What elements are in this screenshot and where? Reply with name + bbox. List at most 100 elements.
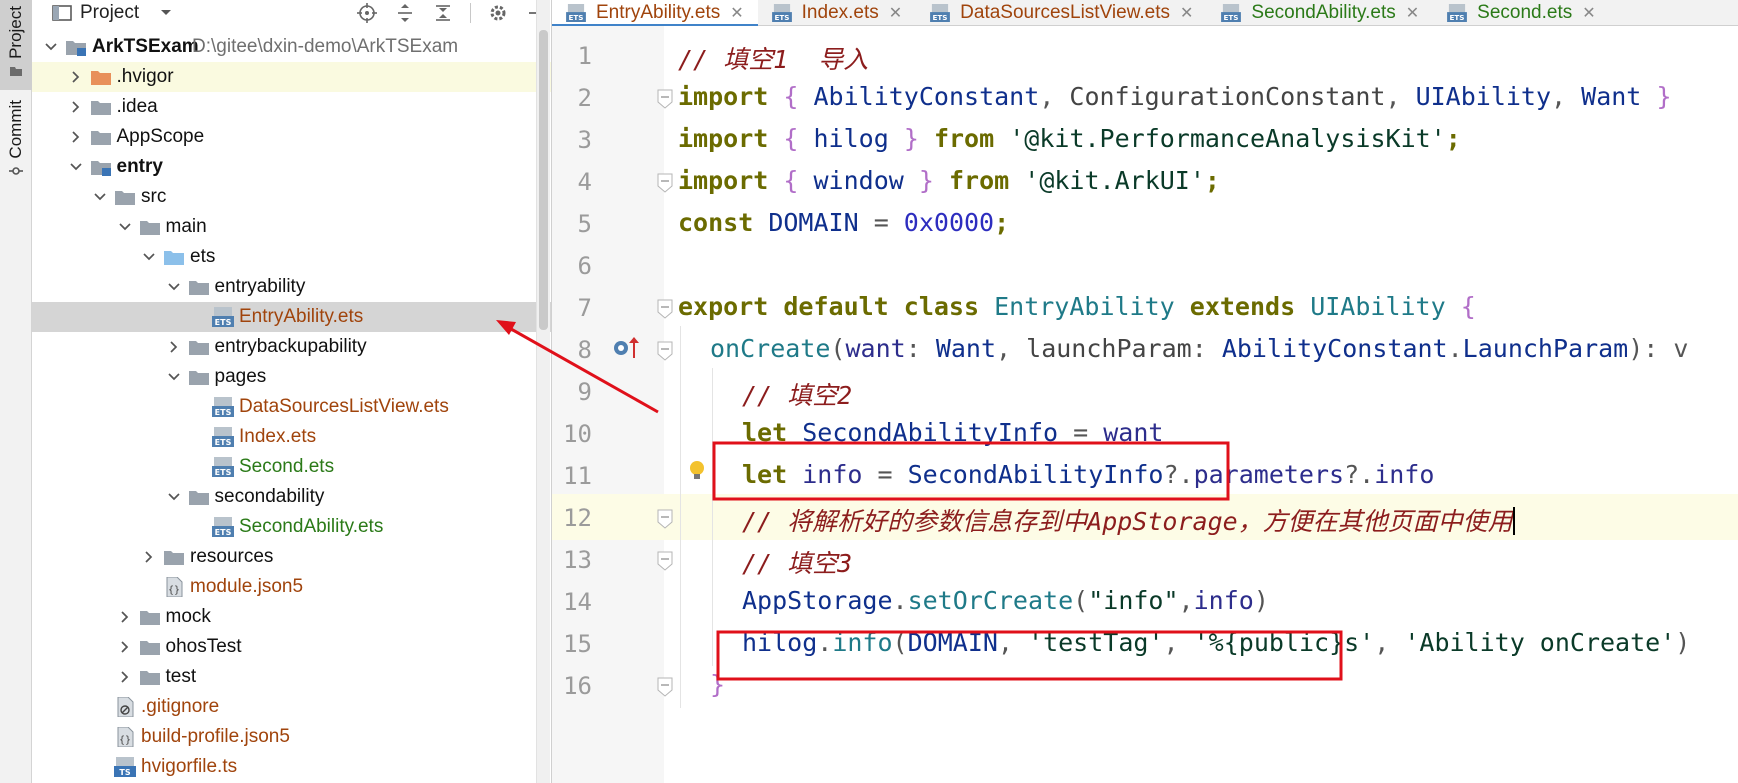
tree-item[interactable]: secondability [32, 482, 551, 512]
code-line[interactable]: 7 export default class EntryAbility exten… [552, 284, 1738, 330]
tree-item[interactable]: .idea [32, 92, 551, 122]
code-line[interactable]: 8 onCreate(want: Want, launchParam: Abili… [552, 326, 1738, 372]
code-token: ; [994, 208, 1010, 237]
collapse-all-icon[interactable] [432, 2, 454, 24]
chevron-right-icon[interactable] [142, 550, 156, 564]
tree-item[interactable]: src [32, 182, 551, 212]
override-gutter-icon[interactable] [612, 334, 642, 360]
tree-item[interactable]: ETS Index.ets [32, 422, 551, 452]
chevron-right-icon[interactable] [167, 340, 181, 354]
close-icon[interactable]: ✕ [1582, 3, 1595, 23]
editor-tab[interactable]: ETS Index.ets ✕ [758, 0, 917, 26]
code-line[interactable]: 10 let SecondAbilityInfo = want [552, 410, 1738, 456]
tree-item[interactable]: ETS DataSourcesListView.ets [32, 392, 551, 422]
code-line[interactable]: 6 [552, 242, 1738, 288]
tree-item[interactable]: {} module.json5 [32, 572, 551, 602]
tree-item[interactable]: ohosTest [32, 632, 551, 662]
chevron-down-icon[interactable] [167, 490, 181, 504]
editor-tab-label: Index.ets [801, 2, 879, 23]
tree-item[interactable]: ETS Second.ets [32, 452, 551, 482]
chevron-right-icon[interactable] [69, 130, 83, 144]
tree-item[interactable]: entrybackupability [32, 332, 551, 362]
fold-marker-icon[interactable] [656, 172, 674, 194]
code-line[interactable]: 11 let info = SecondAbilityInfo?.paramete… [552, 452, 1738, 498]
fold-marker-icon[interactable] [656, 340, 674, 362]
tree-item[interactable]: resources [32, 542, 551, 572]
code-line[interactable]: 16} [552, 662, 1738, 708]
project-panel-title[interactable]: Project [80, 2, 139, 24]
chevron-right-icon[interactable] [118, 670, 132, 684]
chevron-down-icon[interactable] [142, 250, 156, 264]
tree-item[interactable]: test [32, 662, 551, 692]
code-token: // 填空2 [742, 381, 853, 410]
chevron-right-icon[interactable] [69, 100, 83, 114]
code-line[interactable]: 12 // 将解析好的参数信息存到中AppStorage，方便在其他页面中使用 [552, 494, 1738, 540]
code-line[interactable]: 9 // 填空2 [552, 368, 1738, 414]
tree-item[interactable]: .hvigor [32, 62, 551, 92]
chevron-right-icon[interactable] [118, 610, 132, 624]
tree-item[interactable]: AppScope [32, 122, 551, 152]
chevron-down-icon[interactable] [167, 370, 181, 384]
code-line[interactable]: 14 AppStorage.setOrCreate("info",info) [552, 578, 1738, 624]
code-line[interactable]: 2 import { AbilityConstant, Configuration… [552, 74, 1738, 120]
fold-marker-icon[interactable] [656, 298, 674, 320]
expand-all-icon[interactable] [394, 2, 416, 24]
tree-item[interactable]: entryability [32, 272, 551, 302]
tree-item-label: Second.ets [239, 456, 335, 477]
code-line[interactable]: 15 hilog.info(DOMAIN, 'testTag', '%{publi… [552, 620, 1738, 666]
tree-item[interactable]: .gitignore [32, 692, 551, 722]
lightbulb-icon[interactable] [688, 460, 706, 482]
chevron-down-icon[interactable] [118, 220, 132, 234]
locate-icon[interactable] [356, 2, 378, 24]
gear-icon[interactable] [487, 2, 509, 24]
tree-item[interactable]: pages [32, 362, 551, 392]
fold-marker-icon[interactable] [656, 508, 674, 530]
svg-text:ETS: ETS [215, 468, 232, 477]
editor-tab[interactable]: ETS Second.ets ✕ [1433, 0, 1609, 26]
chevron-right-icon[interactable] [118, 640, 132, 654]
chevron-down-icon[interactable] [69, 160, 83, 174]
fold-marker-icon[interactable] [656, 550, 674, 572]
tree-item-label: pages [214, 366, 267, 387]
tree-item[interactable]: {} build-profile.json5 [32, 722, 551, 752]
tree-item[interactable]: entry [32, 152, 551, 182]
close-icon[interactable]: ✕ [889, 3, 902, 23]
tree-item[interactable]: ETS SecondAbility.ets [32, 512, 551, 542]
code-line[interactable]: 1 // 填空1 导入 [552, 32, 1738, 78]
tree-item[interactable]: main [32, 212, 551, 242]
fold-marker-icon[interactable] [656, 88, 674, 110]
tree-item[interactable]: ETS EntryAbility.ets [32, 302, 551, 332]
chevron-down-icon[interactable] [159, 6, 173, 20]
editor-tab[interactable]: ETS EntryAbility.ets ✕ [552, 0, 758, 27]
chevron-down-icon[interactable] [93, 190, 107, 204]
code-token: } [1656, 82, 1672, 111]
close-icon[interactable]: ✕ [1406, 3, 1419, 23]
fold-marker-icon[interactable] [656, 676, 674, 698]
scrollbar-thumb[interactable] [539, 30, 548, 330]
tree-item-label: entrybackupability [214, 336, 367, 357]
folder-icon [139, 641, 160, 655]
code-line[interactable]: 3 import { hilog } from '@kit.Performance… [552, 116, 1738, 162]
chevron-down-icon[interactable] [44, 40, 58, 54]
code-token: window [813, 166, 904, 195]
close-icon[interactable]: ✕ [730, 3, 743, 23]
project-scrollbar[interactable] [536, 0, 550, 783]
chevron-down-icon[interactable] [167, 280, 181, 294]
code-line[interactable]: 4 import { window } from '@kit.ArkUI'; [552, 158, 1738, 204]
editor-tab[interactable]: ETS SecondAbility.ets ✕ [1207, 0, 1433, 26]
tree-item[interactable]: ArkTSExam D:\gitee\dxin-demo\ArkTSExam [32, 32, 551, 62]
tree-item[interactable]: mock [32, 602, 551, 632]
editor-tab[interactable]: ETS DataSourcesListView.ets ✕ [916, 0, 1207, 26]
tree-item[interactable]: TS hvigorfile.ts [32, 752, 551, 782]
code-editor[interactable]: 1 // 填空1 导入 2 import { AbilityConstant, Con… [552, 26, 1738, 783]
chevron-right-icon[interactable] [69, 70, 83, 84]
commit-tool-tab[interactable]: Commit [0, 100, 32, 190]
close-icon[interactable]: ✕ [1180, 3, 1193, 23]
code-line[interactable]: 5 const DOMAIN = 0x0000; [552, 200, 1738, 246]
code-token: ; [1445, 124, 1461, 153]
code-line[interactable]: 13 // 填空3 [552, 536, 1738, 582]
project-tool-tab[interactable]: Project [0, 0, 32, 90]
tree-item[interactable]: ets [32, 242, 551, 272]
